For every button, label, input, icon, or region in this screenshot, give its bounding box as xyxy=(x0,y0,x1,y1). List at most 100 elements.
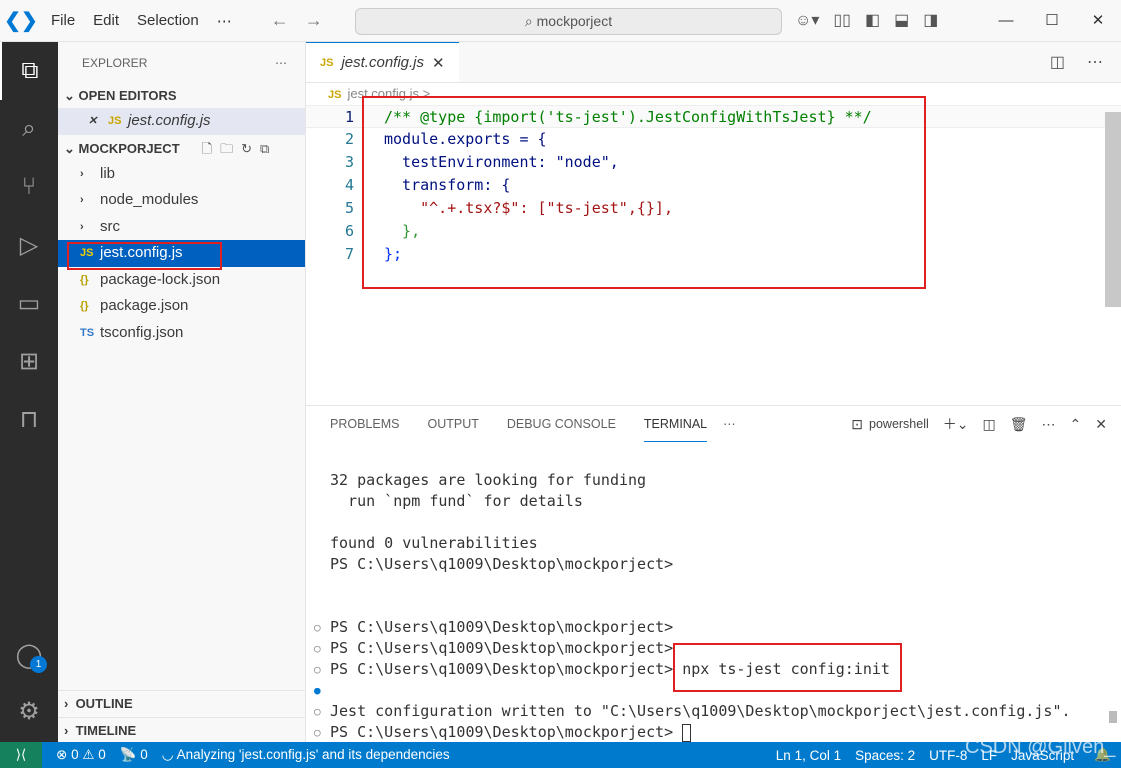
copilot-icon[interactable]: ☺▾ xyxy=(795,10,819,30)
tree-label: node_modules xyxy=(100,191,199,208)
menu-more[interactable]: ⋯ xyxy=(208,12,241,30)
accounts-icon[interactable]: ◯ 1 xyxy=(0,626,58,684)
source-control-icon[interactable]: ⑂ xyxy=(0,158,58,216)
menu-file[interactable]: File xyxy=(42,12,84,29)
maximize-panel-icon[interactable]: ⌃ xyxy=(1070,416,1082,433)
timeline-section[interactable]: › TIMELINE xyxy=(58,717,305,743)
command-decoration-icon: ○ xyxy=(314,642,321,655)
problems-status[interactable]: ⊗ 0 ⚠ 0 xyxy=(56,747,106,763)
tree-item-package-lock[interactable]: {} package-lock.json xyxy=(58,267,305,294)
command-decoration-icon: ● xyxy=(314,684,321,697)
layout-icon[interactable]: ▯▯ xyxy=(833,10,851,30)
terminal-text: PS C:\Users\q1009\Desktop\mockporject> xyxy=(330,723,683,741)
tree-label: tsconfig.json xyxy=(100,323,184,341)
extensions-icon[interactable]: ⊞ xyxy=(0,332,58,390)
close-window-icon[interactable]: ✕ xyxy=(1075,0,1121,42)
tree-item-package-json[interactable]: {} package.json xyxy=(58,293,305,320)
chevron-right-icon: › xyxy=(64,695,76,711)
menu-edit[interactable]: Edit xyxy=(84,12,128,29)
tab-debug-console[interactable]: DEBUG CONSOLE xyxy=(507,406,616,442)
status-bar: ⟩⟨ ⊗ 0 ⚠ 0 📡 0 ◡ Analyzing 'jest.config.… xyxy=(0,742,1121,768)
trash-icon[interactable]: 🗑 xyxy=(1010,416,1028,433)
tab-output[interactable]: OUTPUT xyxy=(427,406,478,442)
new-terminal-icon[interactable]: ＋⌄ xyxy=(943,414,969,434)
close-icon[interactable]: ✕ xyxy=(88,108,108,135)
shell-label[interactable]: powershell xyxy=(869,417,929,431)
terminal-line: ○ Jest configuration written to "C:\Users… xyxy=(314,701,1121,722)
tab-terminal[interactable]: TERMINAL xyxy=(643,406,708,442)
close-panel-icon[interactable]: ✕ xyxy=(1095,416,1107,433)
tab-problems[interactable]: PROBLEMS xyxy=(330,406,399,442)
tree-item-lib[interactable]: › lib xyxy=(58,161,305,188)
command-decoration-icon: ○ xyxy=(314,663,321,676)
vscode-logo-icon: ❮❯ xyxy=(4,10,38,32)
maximize-icon[interactable]: ☐ xyxy=(1029,0,1075,42)
terminal-output[interactable]: 32 packages are looking for funding run … xyxy=(306,470,1121,743)
explorer-actions-icons[interactable]: 🗋🗀↻⧉ xyxy=(202,137,278,161)
search-view-icon[interactable]: ⌕ xyxy=(0,100,58,158)
terminal-text: Jest configuration written to "C:\Users\… xyxy=(330,702,1071,720)
forward-arrow-icon[interactable]: → xyxy=(305,10,323,31)
tree-label: package-lock.json xyxy=(100,270,221,288)
toggle-secondary-sidebar-icon[interactable]: ◨ xyxy=(923,10,938,30)
minimize-icon[interactable]: — xyxy=(983,0,1029,42)
remote-explorer-icon[interactable]: ▭ xyxy=(0,274,58,332)
analyzing-status: ◡ Analyzing 'jest.config.js' and its dep… xyxy=(161,747,450,762)
encoding[interactable]: UTF-8 xyxy=(929,748,967,763)
menu-selection[interactable]: Selection xyxy=(128,12,208,29)
more-actions-icon[interactable]: ⋯ xyxy=(275,42,287,84)
terminal-line: ○ PS C:\Users\q1009\Desktop\mockporject> xyxy=(314,617,1121,638)
run-debug-icon[interactable]: ▷ xyxy=(0,216,58,274)
more-actions-icon[interactable]: ⋯ xyxy=(1087,52,1103,72)
tree-item-src[interactable]: › src xyxy=(58,214,305,241)
terminal-line: run `npm fund` for details xyxy=(330,491,1121,512)
terminal-scrollbar[interactable] xyxy=(1109,711,1117,723)
remote-icon[interactable]: ⟩⟨ xyxy=(0,742,42,768)
tab-jest-config[interactable]: JS jest.config.js ✕ xyxy=(306,42,459,82)
settings-gear-icon[interactable]: ⚙ xyxy=(0,682,58,740)
accounts-badge: 1 xyxy=(30,656,47,673)
back-arrow-icon[interactable]: ← xyxy=(271,10,289,31)
more-actions-icon[interactable]: ⋯ xyxy=(1042,416,1056,433)
close-tab-icon[interactable]: ✕ xyxy=(432,54,445,72)
command-decoration-icon: ○ xyxy=(314,705,321,718)
open-editor-label: jest.config.js xyxy=(128,112,211,129)
cursor-position[interactable]: Ln 1, Col 1 xyxy=(776,748,841,763)
split-terminal-icon[interactable]: ◫ xyxy=(983,416,996,433)
bookmark-icon[interactable]: ⊓ xyxy=(0,390,58,448)
terminal-cursor xyxy=(682,723,692,742)
highlight-box xyxy=(362,96,926,289)
open-editor-item[interactable]: ✕ JS jest.config.js xyxy=(58,108,305,135)
toggle-sidebar-icon[interactable]: ◧ xyxy=(865,10,880,30)
highlight-box xyxy=(67,242,222,270)
explorer-icon[interactable]: ⧉ xyxy=(0,42,58,100)
open-editors-section[interactable]: ⌄ OPEN EDITORS xyxy=(58,84,305,108)
tree-label: src xyxy=(100,217,120,235)
section-label: MOCKPORJECT xyxy=(78,140,180,156)
outline-section[interactable]: › OUTLINE xyxy=(58,690,305,716)
json-file-icon: {} xyxy=(80,300,89,312)
toggle-panel-icon[interactable]: ⬓ xyxy=(894,10,909,30)
editor-scrollbar[interactable] xyxy=(1105,112,1121,307)
terminal-text: 32 packages are looking for funding xyxy=(330,471,647,489)
split-editor-icon[interactable]: ◫ xyxy=(1050,52,1065,72)
highlight-box xyxy=(673,643,902,692)
ports-status[interactable]: 📡 0 xyxy=(120,747,148,763)
terminal-text: run `npm fund` for details xyxy=(330,492,583,510)
terminal-text: PS C:\Users\q1009\Desktop\mockporject> xyxy=(330,618,674,636)
tree-item-node-modules[interactable]: › node_modules xyxy=(58,187,305,214)
project-section[interactable]: ⌄ MOCKPORJECT 🗋🗀↻⧉ xyxy=(58,137,305,161)
indentation[interactable]: Spaces: 2 xyxy=(855,748,915,763)
chevron-right-icon: › xyxy=(80,220,84,233)
explorer-sidebar: EXPLORER ⋯ ⌄ OPEN EDITORS ✕ JS jest.config.… xyxy=(58,42,306,742)
activity-bar: ⧉ ⌕ ⑂ ▷ ▭ ⊞ ⊓ ◯ 1 ⚙ xyxy=(0,42,58,742)
search-icon: ⌕ xyxy=(524,13,537,29)
command-center-search[interactable]: ⌕ mockporject xyxy=(355,8,782,35)
tree-item-tsconfig[interactable]: TS tsconfig.json xyxy=(58,320,305,347)
tree-label: package.json xyxy=(100,297,189,314)
more-tabs-icon[interactable]: ⋯ xyxy=(723,406,736,442)
section-label: OUTLINE xyxy=(75,695,133,711)
terminal-text: PS C:\Users\q1009\Desktop\mockporject> xyxy=(330,555,674,573)
terminal-icon: ⊡ xyxy=(851,415,864,432)
title-bar: ❮❯ File Edit Selection ⋯ ← → ⌕ mockporje… xyxy=(0,0,1121,42)
